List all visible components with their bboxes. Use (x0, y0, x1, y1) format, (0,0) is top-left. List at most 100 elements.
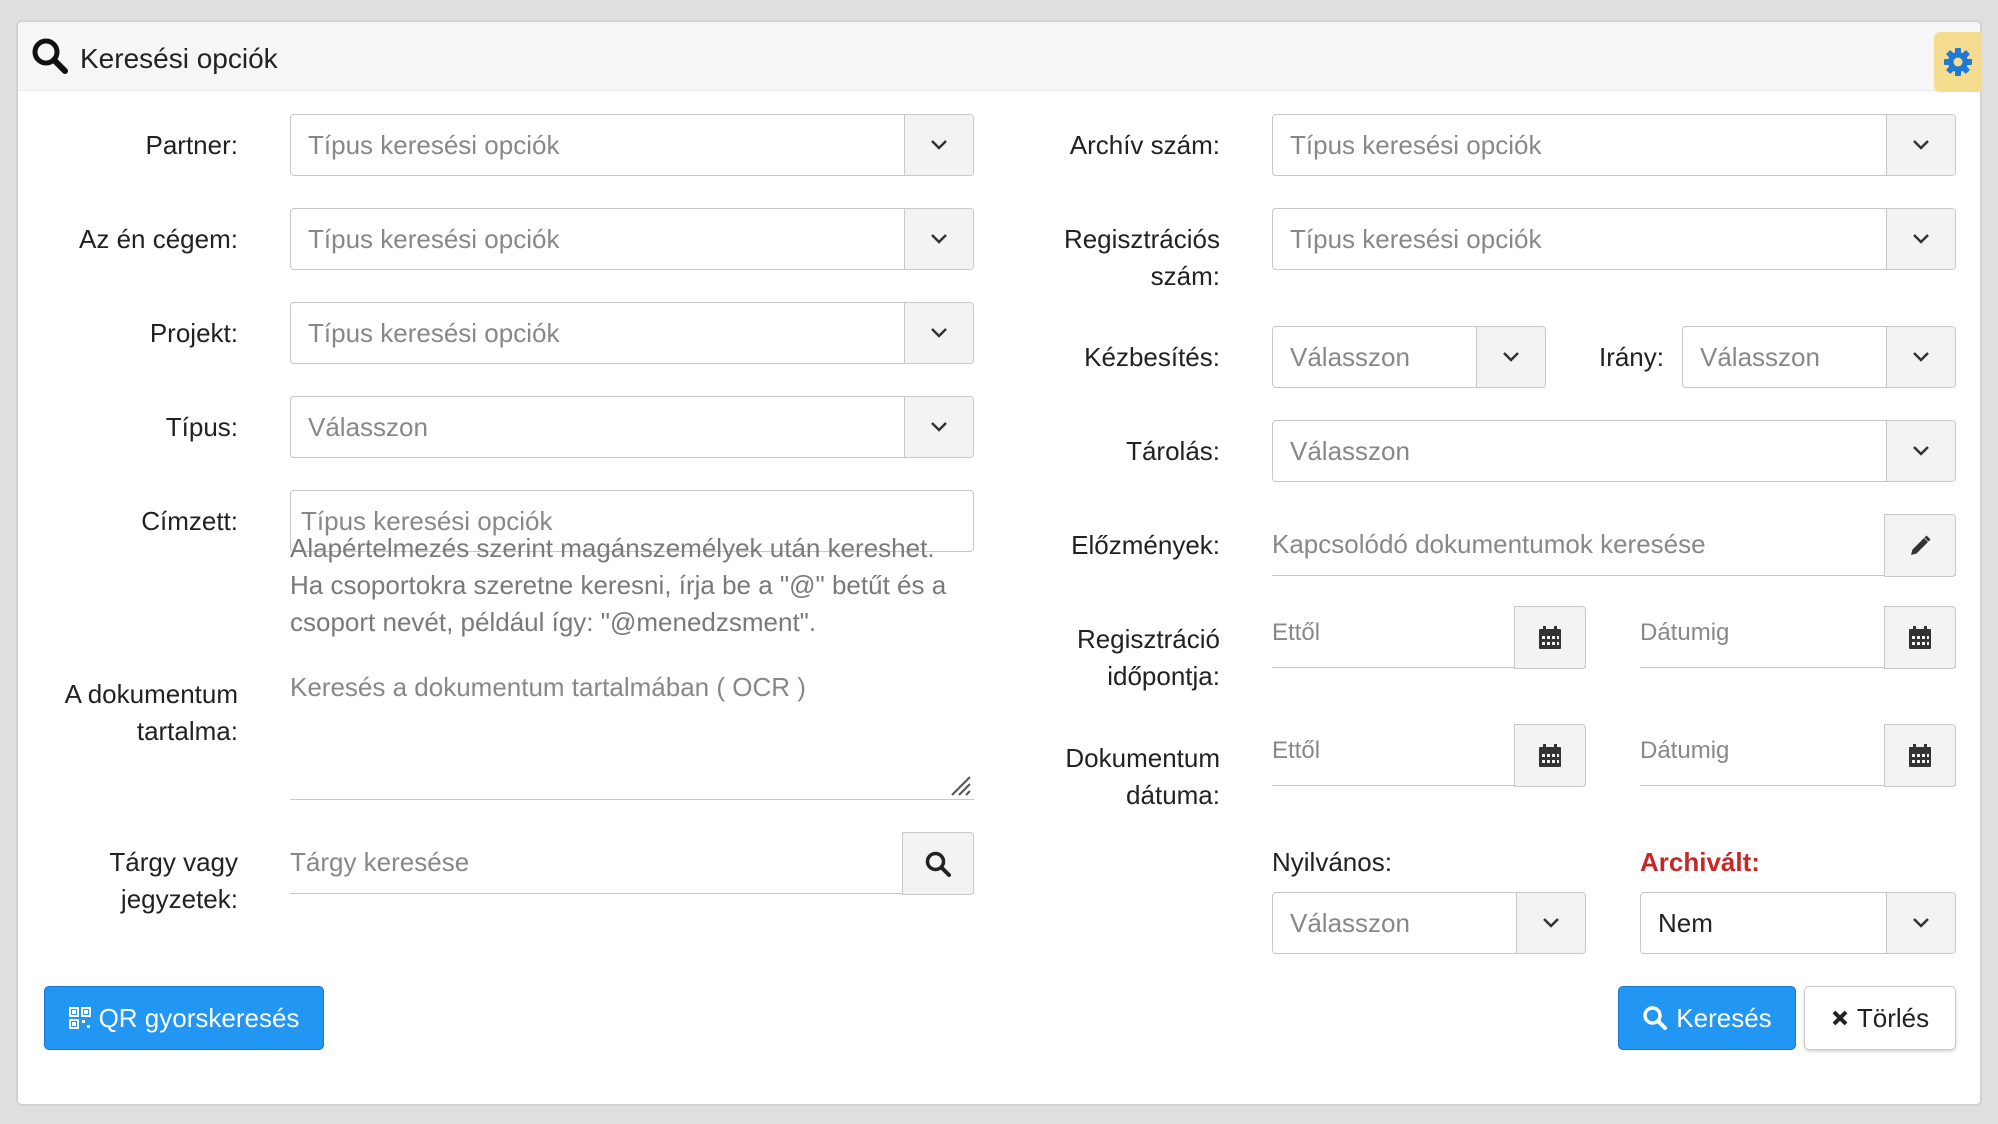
archived-dropdown-toggle[interactable] (1886, 893, 1955, 953)
project-label: Projekt: (149, 318, 238, 348)
subject-label-line1: Tárgy vagy (109, 847, 238, 877)
registration-number-label-line2: szám: (1150, 261, 1220, 291)
registration-date-to-calendar-button[interactable] (1884, 606, 1956, 669)
registration-date-label-line1: Regisztráció (1076, 624, 1220, 654)
delivery-dropdown-toggle[interactable] (1476, 327, 1545, 387)
storage-placeholder: Válasszon (1290, 436, 1410, 466)
storage-select[interactable]: Válasszon (1272, 420, 1956, 482)
resize-handle-icon[interactable] (948, 773, 972, 797)
clear-button[interactable]: Törlés (1804, 986, 1956, 1050)
document-date-to-input[interactable]: Dátumig (1640, 724, 1956, 787)
document-date-from-calendar-button[interactable] (1514, 724, 1586, 787)
chevron-down-icon (931, 328, 947, 338)
registration-date-to-input[interactable]: Dátumig (1640, 606, 1956, 669)
chevron-down-icon (1913, 234, 1929, 244)
subject-placeholder: Tárgy keresése (290, 847, 470, 877)
history-search-input[interactable]: Kapcsolódó dokumentumok keresése (1272, 514, 1956, 577)
partner-placeholder: Típus keresési opciók (308, 130, 560, 160)
calendar-icon (1539, 625, 1561, 649)
search-button[interactable]: Keresés (1618, 986, 1796, 1050)
my-company-dropdown-toggle[interactable] (904, 209, 973, 269)
registration-date-from-calendar-button[interactable] (1514, 606, 1586, 669)
archive-number-placeholder: Típus keresési opciók (1290, 130, 1542, 160)
type-select[interactable]: Válasszon (290, 396, 974, 458)
chevron-down-icon (1913, 140, 1929, 150)
content-label-line1: A dokumentum (64, 679, 238, 709)
registration-number-select[interactable]: Típus keresési opciók (1272, 208, 1956, 270)
delivery-placeholder: Válasszon (1290, 342, 1410, 372)
storage-dropdown-toggle[interactable] (1886, 421, 1955, 481)
public-label: Nyilvános: (1272, 847, 1392, 877)
document-date-from-input[interactable]: Ettől (1272, 724, 1586, 787)
my-company-select[interactable]: Típus keresési opciók (290, 208, 974, 270)
direction-label: Irány: (1598, 342, 1664, 372)
document-date-from-placeholder: Ettől (1272, 737, 1321, 764)
storage-label: Tárolás: (1126, 436, 1220, 466)
delivery-select[interactable]: Válasszon (1272, 326, 1546, 388)
direction-placeholder: Válasszon (1700, 342, 1820, 372)
search-icon (1643, 1006, 1668, 1030)
type-placeholder: Válasszon (308, 412, 428, 442)
document-date-to-placeholder: Dátumig (1640, 737, 1730, 764)
document-date-to-calendar-button[interactable] (1884, 724, 1956, 787)
public-placeholder: Válasszon (1290, 908, 1410, 938)
archived-value: Nem (1658, 908, 1713, 938)
document-date-label-line1: Dokumentum (1065, 743, 1220, 773)
settings-tab[interactable] (1934, 32, 1982, 92)
project-select[interactable]: Típus keresési opciók (290, 302, 974, 364)
archived-select[interactable]: Nem (1640, 892, 1956, 954)
qr-quick-search-button[interactable]: QR gyorskeresés (44, 986, 324, 1050)
subject-search-button[interactable] (902, 832, 974, 895)
search-icon (32, 38, 68, 74)
archive-number-select[interactable]: Típus keresési opciók (1272, 114, 1956, 176)
delivery-label: Kézbesítés: (1084, 342, 1220, 372)
archive-number-dropdown-toggle[interactable] (1886, 115, 1955, 175)
public-dropdown-toggle[interactable] (1516, 893, 1585, 953)
content-placeholder: Keresés a dokumentum tartalmában ( OCR ) (290, 672, 806, 702)
qr-button-label: QR gyorskeresés (98, 1002, 300, 1033)
chevron-down-icon (1503, 352, 1519, 362)
registration-number-dropdown-toggle[interactable] (1886, 209, 1955, 269)
recipient-help-text: Alapértelmezés szerint magánszemélyek ut… (290, 533, 947, 637)
calendar-icon (1539, 743, 1561, 767)
registration-date-to-placeholder: Dátumig (1640, 619, 1730, 646)
calendar-icon (1909, 743, 1931, 767)
history-edit-button[interactable] (1884, 514, 1956, 577)
history-label: Előzmények: (1071, 530, 1220, 560)
chevron-down-icon (931, 234, 947, 244)
pencil-icon (1911, 534, 1931, 555)
registration-number-placeholder: Típus keresési opciók (1290, 224, 1542, 254)
chevron-down-icon (931, 140, 947, 150)
subject-search-input[interactable]: Tárgy keresése (290, 832, 974, 895)
partner-dropdown-toggle[interactable] (904, 115, 973, 175)
project-dropdown-toggle[interactable] (904, 303, 973, 363)
direction-select[interactable]: Válasszon (1682, 326, 1956, 388)
chevron-down-icon (1913, 446, 1929, 456)
history-placeholder: Kapcsolódó dokumentumok keresése (1272, 529, 1706, 559)
registration-number-label-line1: Regisztrációs (1063, 224, 1220, 254)
direction-dropdown-toggle[interactable] (1886, 327, 1955, 387)
recipient-label: Címzett: (141, 506, 238, 536)
archive-number-label: Archív szám: (1069, 130, 1220, 160)
registration-date-from-input[interactable]: Ettől (1272, 606, 1586, 669)
chevron-down-icon (1913, 918, 1929, 928)
panel-title: Keresési opciók (80, 43, 278, 74)
type-label: Típus: (165, 412, 238, 442)
close-icon (1832, 1010, 1848, 1026)
document-date-label-line2: dátuma: (1126, 780, 1220, 810)
public-select[interactable]: Válasszon (1272, 892, 1586, 954)
panel-header: Keresési opciók (18, 22, 1982, 92)
partner-select[interactable]: Típus keresési opciók (290, 114, 974, 176)
chevron-down-icon (1913, 352, 1929, 362)
chevron-down-icon (1543, 918, 1559, 928)
my-company-label: Az én cégem: (79, 224, 238, 254)
search-icon (925, 851, 951, 877)
calendar-icon (1909, 625, 1931, 649)
partner-label: Partner: (145, 130, 239, 160)
content-label-line2: tartalma: (136, 716, 238, 746)
gear-icon (1944, 48, 1972, 76)
project-placeholder: Típus keresési opciók (308, 318, 560, 348)
registration-date-from-placeholder: Ettől (1272, 619, 1321, 646)
clear-button-label: Törlés (1856, 1002, 1930, 1033)
type-dropdown-toggle[interactable] (904, 397, 973, 457)
